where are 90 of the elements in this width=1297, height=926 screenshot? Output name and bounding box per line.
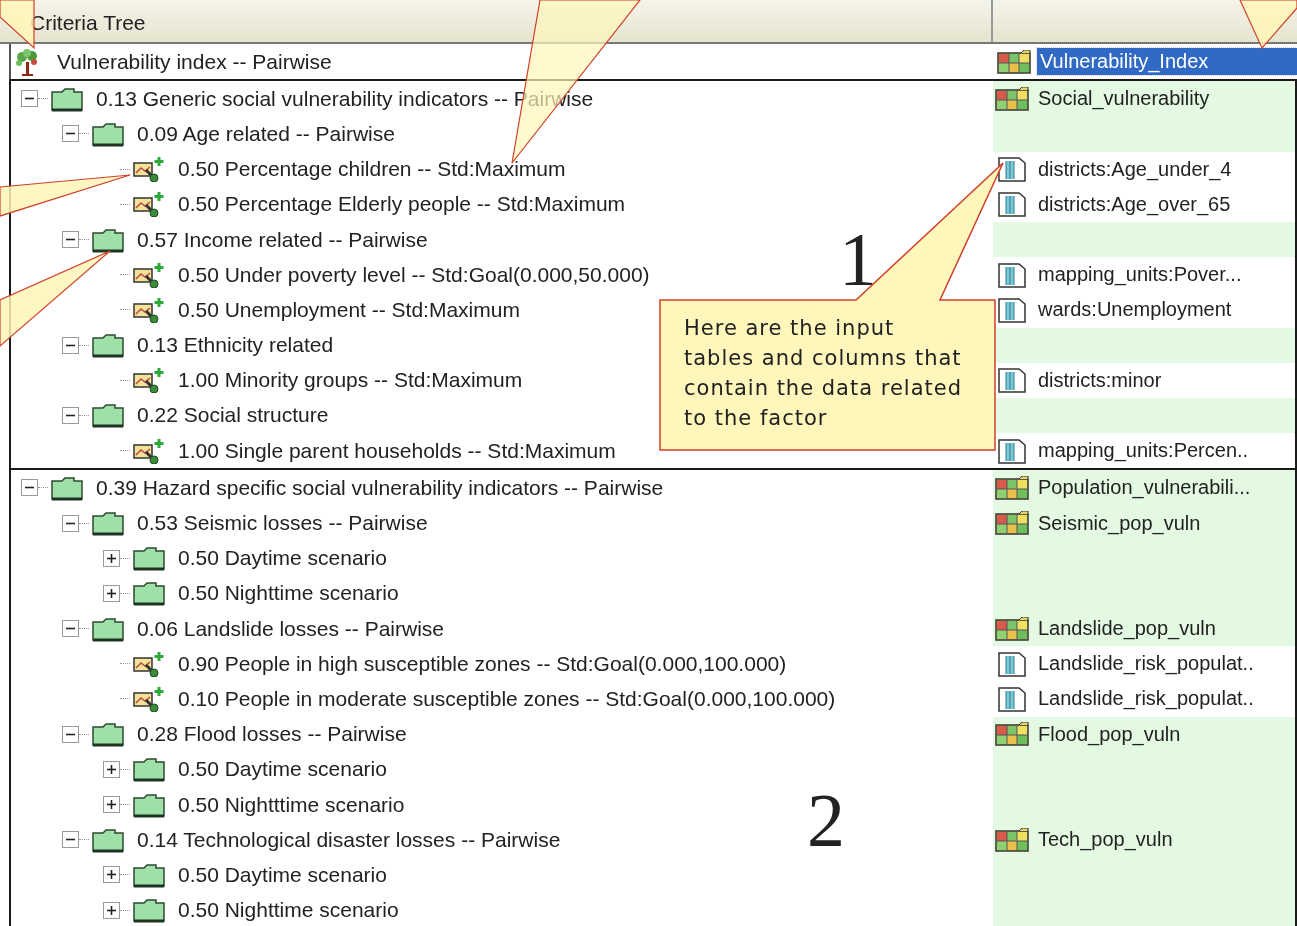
expand-icon[interactable] <box>103 901 120 919</box>
raster-map-icon <box>995 827 1029 852</box>
output-layer-name[interactable]: Tech_pop_vuln <box>1035 826 1176 854</box>
folder-icon <box>132 756 166 783</box>
expand-icon[interactable] <box>103 796 120 814</box>
section-number: 1 <box>839 221 877 298</box>
collapse-icon[interactable] <box>62 231 79 249</box>
output-layer-name[interactable]: Seismic_pop_vuln <box>1035 509 1204 537</box>
tree-node-label[interactable]: 0.50 Daytime scenario <box>178 862 387 887</box>
tree-node-label[interactable]: 0.50 Nighttime scenario <box>178 581 399 606</box>
expand-icon[interactable] <box>103 584 120 602</box>
output-layer-name[interactable]: mapping_units:Percen.. <box>1035 437 1252 465</box>
expand-icon[interactable] <box>103 549 120 567</box>
collapse-icon[interactable] <box>62 125 79 143</box>
map-plus-icon <box>132 156 166 183</box>
folder-icon <box>91 402 125 429</box>
raster-map-icon <box>997 49 1031 74</box>
tree-node-label[interactable]: 0.50 Percentage Elderly people -- Std:Maximum <box>178 192 626 217</box>
collapse-icon[interactable] <box>21 90 38 108</box>
callout-pointer <box>1239 0 1297 50</box>
raster-map-icon <box>995 511 1029 536</box>
collapse-icon[interactable] <box>62 514 79 532</box>
tree-node-label[interactable]: 1.00 Minority groups -- Std:Maximum <box>178 368 523 393</box>
tree-node-label[interactable]: 0.90 People in high susceptible zones -- Std:Goal(0.000,100.000) <box>178 651 787 676</box>
output-layer-name[interactable]: Landslide_risk_populat.. <box>1035 685 1257 713</box>
output-layer-name[interactable]: Landslide_pop_vuln <box>1035 615 1219 643</box>
expand-icon[interactable] <box>103 760 120 778</box>
output-layer-name[interactable]: Flood_pop_vuln <box>1035 720 1184 748</box>
tree-node-label[interactable]: 0.10 People in moderate susceptible zones -- Std:Goal(0.000,100.000) <box>178 686 836 711</box>
tree-node-label[interactable]: 0.50 Percentage children -- Std:Maximum <box>178 157 566 182</box>
folder-icon <box>91 826 125 853</box>
tree-node-label[interactable]: 0.57 Income related -- Pairwise <box>137 227 428 252</box>
output-layer-name[interactable]: Landslide_risk_populat.. <box>1035 650 1257 678</box>
tree-node-label[interactable]: 0.22 Social structure <box>137 403 329 428</box>
folder-icon <box>91 120 125 147</box>
tree-node-label[interactable]: 0.14 Technological disaster losses -- Pairwise <box>137 827 561 852</box>
collapse-icon[interactable] <box>62 406 79 424</box>
map-plus-icon <box>132 191 166 218</box>
map-plus-icon <box>132 296 166 323</box>
tree-node-label[interactable]: 0.50 Nighttime scenario <box>178 898 399 923</box>
tree-node-label[interactable]: 0.09 Age related -- Pairwise <box>137 121 395 146</box>
output-layer-name[interactable]: districts:minor <box>1035 366 1165 394</box>
raster-map-icon <box>995 86 1029 111</box>
tree-node-label[interactable]: 0.50 Nightttime scenario <box>178 792 405 817</box>
folder-icon <box>50 474 84 501</box>
raster-map-icon <box>995 722 1029 747</box>
callout-text: Here are the input tables and columns that contain the data related to the factor <box>684 315 964 432</box>
output-layer-name[interactable]: Social_vulnerability <box>1035 85 1213 113</box>
folder-icon <box>91 226 125 253</box>
map-plus-icon <box>132 367 166 394</box>
tree-node-label[interactable]: 0.28 Flood losses -- Pairwise <box>137 722 407 747</box>
output-layer-name[interactable]: districts:Age_under_4 <box>1035 155 1235 183</box>
collapse-icon[interactable] <box>62 831 79 849</box>
tree-node-label[interactable]: 1.00 Single parent households -- Std:Maximum <box>178 438 616 463</box>
collapse-icon[interactable] <box>62 725 79 743</box>
tree-node-label[interactable]: 0.50 Daytime scenario <box>178 757 387 782</box>
collapse-icon[interactable] <box>62 336 79 354</box>
folder-icon <box>91 721 125 748</box>
raster-map-icon <box>995 616 1029 641</box>
tree-node-label[interactable]: 0.53 Seismic losses -- Pairwise <box>137 511 428 536</box>
collapse-icon[interactable] <box>21 479 38 497</box>
folder-icon <box>132 545 166 572</box>
tree-node-label[interactable]: 0.50 Daytime scenario <box>178 546 387 571</box>
folder-icon <box>132 861 166 888</box>
tree-node-label[interactable]: 0.06 Landslide losses -- Pairwise <box>137 616 444 641</box>
collapse-icon[interactable] <box>62 620 79 638</box>
section-number: 2 <box>807 782 845 859</box>
tree-node-label[interactable]: 0.13 Ethnicity related <box>137 333 334 358</box>
folder-icon <box>132 897 166 924</box>
map-plus-icon <box>132 685 166 712</box>
folder-icon <box>91 510 125 537</box>
folder-icon <box>91 332 125 359</box>
map-plus-icon <box>132 650 166 677</box>
tree-node-label[interactable]: Vulnerability index -- Pairwise <box>57 49 332 74</box>
tree-node-label[interactable]: 0.39 Hazard specific social vulnerability indicators -- Pairwise <box>96 475 664 500</box>
expand-icon[interactable] <box>103 866 120 884</box>
map-plus-icon <box>132 437 166 464</box>
folder-icon <box>50 85 84 112</box>
output-layer-name[interactable]: districts:Age_over_65 <box>1035 190 1234 218</box>
folder-icon <box>132 791 166 818</box>
output-layer-name[interactable]: mapping_units:Pover... <box>1035 261 1245 289</box>
tree-node-label[interactable]: 0.50 Under poverty level -- Std:Goal(0.000,50.000) <box>178 262 650 287</box>
raster-map-icon <box>995 475 1029 500</box>
output-layer-name[interactable]: wards:Unemployment <box>1035 296 1235 324</box>
output-layer-name[interactable]: Population_vulnerabili... <box>1035 474 1254 502</box>
folder-icon <box>132 580 166 607</box>
tree-node-label[interactable]: 0.50 Unemployment -- Std:Maximum <box>178 297 520 322</box>
map-plus-icon <box>132 261 166 288</box>
output-layer-name[interactable]: Vulnerability_Index <box>1037 48 1297 76</box>
folder-icon <box>91 615 125 642</box>
